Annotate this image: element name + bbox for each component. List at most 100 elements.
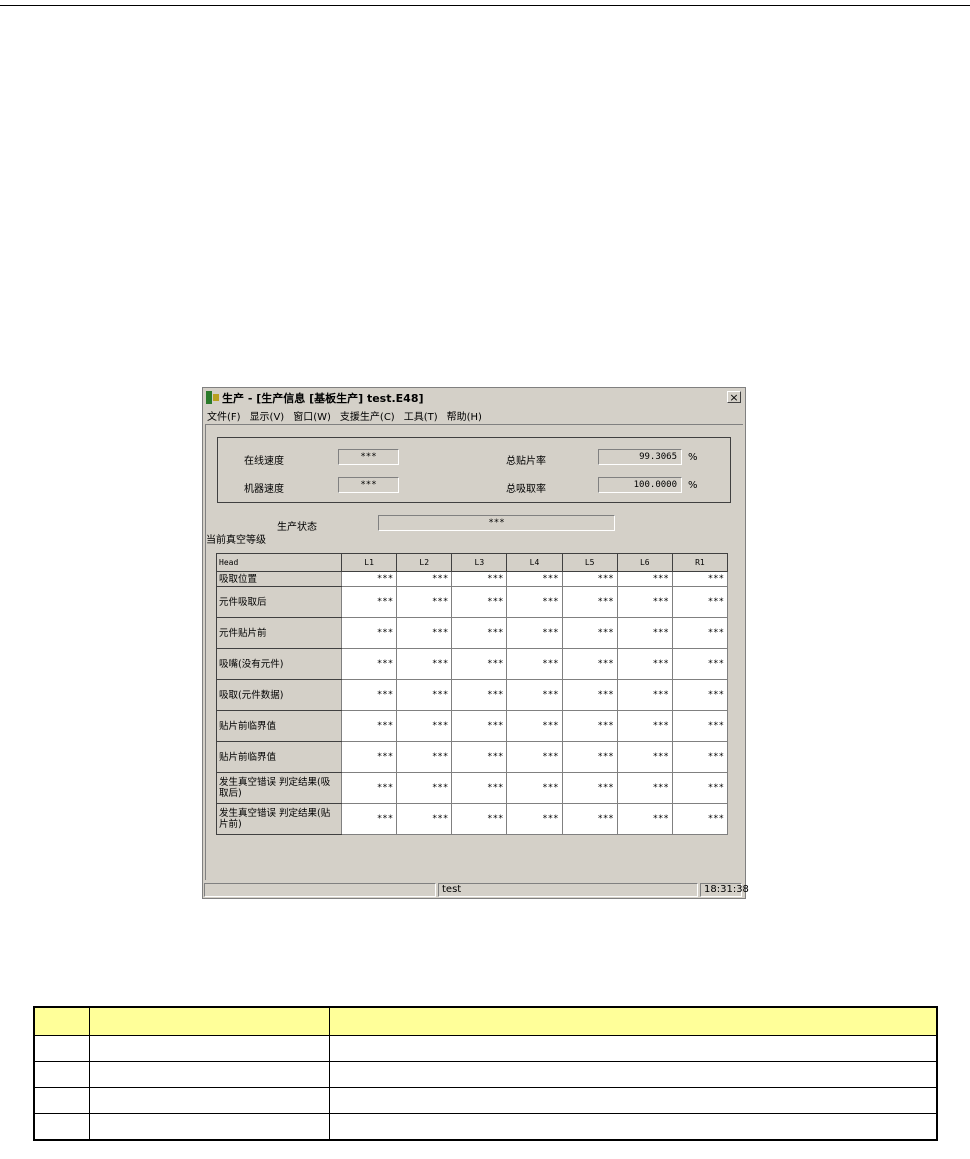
table-cell: ***: [396, 679, 453, 711]
table-cell: [328, 1006, 938, 1036]
row-header: 贴片前临界值: [216, 710, 342, 742]
table-cell: ***: [561, 710, 618, 742]
title-bar[interactable]: 生产 - [生产信息 [基板生产] test.E48] ×: [204, 389, 744, 406]
table-cell: ***: [616, 679, 673, 711]
table-cell: ***: [561, 803, 618, 835]
table-row: 贴片前临界值 *** *** *** *** *** *** ***: [216, 741, 729, 773]
document-table: [33, 1006, 938, 1141]
vacuum-level-table: Head L1 L2 L3 L4 L5 L6 R1 吸取位置 *** *** *** *…: [216, 553, 729, 835]
table-cell: ***: [451, 586, 508, 618]
window-title: 生产 - [生产信息 [基板生产] test.E48]: [222, 391, 424, 405]
table-cell: ***: [506, 571, 563, 587]
table-row: [33, 1113, 938, 1141]
table-cell: ***: [396, 772, 453, 804]
table-cell: ***: [451, 648, 508, 680]
table-cell: ***: [561, 679, 618, 711]
column-header: Head: [216, 553, 342, 572]
close-button[interactable]: ×: [727, 391, 741, 403]
table-row: 发生真空错误 判定结果(贴片前) *** *** *** *** *** *** ***: [216, 803, 729, 835]
table-cell: ***: [451, 772, 508, 804]
column-header: L1: [340, 553, 398, 572]
table-cell: [33, 1061, 90, 1088]
menu-support-production[interactable]: 支援生产(C): [340, 408, 395, 423]
table-cell: ***: [451, 617, 508, 649]
column-header: L3: [451, 553, 508, 572]
table-cell: ***: [340, 679, 398, 711]
row-header: 发生真空错误 判定结果(吸取后): [216, 772, 342, 804]
column-header: L5: [561, 553, 618, 572]
production-status-field: ***: [378, 515, 615, 531]
table-cell: ***: [451, 571, 508, 587]
status-pane-time: 18:31:38: [700, 883, 749, 897]
table-cell: ***: [340, 710, 398, 742]
table-cell: ***: [396, 803, 453, 835]
table-cell: ***: [506, 648, 563, 680]
table-header-row: [33, 1006, 938, 1036]
table-cell: ***: [506, 617, 563, 649]
table-cell: ***: [561, 648, 618, 680]
table-cell: ***: [561, 772, 618, 804]
table-cell: ***: [451, 710, 508, 742]
table-cell: ***: [506, 586, 563, 618]
table-cell: ***: [616, 571, 673, 587]
status-bar: test 18:31:38: [204, 883, 749, 897]
table-cell: [328, 1113, 938, 1141]
menu-view[interactable]: 显示(V): [250, 408, 285, 423]
total-place-rate-label: 总贴片率: [506, 456, 546, 467]
total-pick-rate-label: 总吸取率: [506, 484, 546, 495]
table-cell: ***: [671, 710, 729, 742]
table-cell: ***: [506, 772, 563, 804]
table-row: 吸嘴(没有元件) *** *** *** *** *** *** ***: [216, 648, 729, 680]
table-cell: ***: [451, 803, 508, 835]
table-cell: ***: [616, 648, 673, 680]
table-cell: ***: [340, 772, 398, 804]
table-cell: ***: [561, 571, 618, 587]
menu-help[interactable]: 帮助(H): [447, 408, 482, 423]
table-cell: ***: [561, 617, 618, 649]
online-speed-field: ***: [338, 449, 399, 465]
table-cell: ***: [396, 741, 453, 773]
status-pane-left: [204, 883, 436, 897]
table-cell: [88, 1113, 330, 1141]
table-cell: ***: [340, 571, 398, 587]
client-area: 在线速度 *** 机器速度 *** 总贴片率 99.3065 % 总吸取率 10…: [205, 424, 743, 880]
table-cell: ***: [396, 710, 453, 742]
table-cell: ***: [561, 741, 618, 773]
table-cell: ***: [561, 586, 618, 618]
menu-file[interactable]: 文件(F): [207, 408, 241, 423]
column-header: L6: [616, 553, 673, 572]
total-pick-rate-field: 100.0000: [598, 477, 682, 493]
row-header: 吸嘴(没有元件): [216, 648, 342, 680]
machine-speed-label: 机器速度: [244, 484, 284, 495]
table-row: 元件贴片前 *** *** *** *** *** *** ***: [216, 617, 729, 649]
table-cell: ***: [506, 741, 563, 773]
table-row: [33, 1035, 938, 1062]
table-cell: [33, 1087, 90, 1114]
status-pane-file: test: [438, 883, 698, 897]
table-row: 发生真空错误 判定结果(吸取后) *** *** *** *** *** *** ***: [216, 772, 729, 804]
table-cell: [328, 1061, 938, 1088]
table-cell: ***: [616, 586, 673, 618]
table-cell: [33, 1006, 90, 1036]
table-row: 吸取(元件数据) *** *** *** *** *** *** ***: [216, 679, 729, 711]
table-cell: ***: [340, 741, 398, 773]
menu-tools[interactable]: 工具(T): [404, 408, 438, 423]
row-header: 贴片前临界值: [216, 741, 342, 773]
production-window: 生产 - [生产信息 [基板生产] test.E48] × 文件(F) 显示(V…: [202, 387, 749, 899]
table-cell: [33, 1035, 90, 1062]
column-header: R1: [671, 553, 729, 572]
table-cell: ***: [340, 617, 398, 649]
table-cell: ***: [340, 648, 398, 680]
table-cell: ***: [340, 803, 398, 835]
table-cell: ***: [616, 710, 673, 742]
total-place-rate-field: 99.3065: [598, 449, 682, 465]
app-icon: [206, 391, 219, 404]
machine-speed-field: ***: [338, 477, 399, 493]
table-cell: ***: [396, 586, 453, 618]
row-header: 元件吸取后: [216, 586, 342, 618]
table-cell: [328, 1087, 938, 1114]
menu-window[interactable]: 窗口(W): [293, 408, 331, 423]
table-cell: [88, 1061, 330, 1088]
row-header: 元件贴片前: [216, 617, 342, 649]
table-cell: ***: [671, 648, 729, 680]
